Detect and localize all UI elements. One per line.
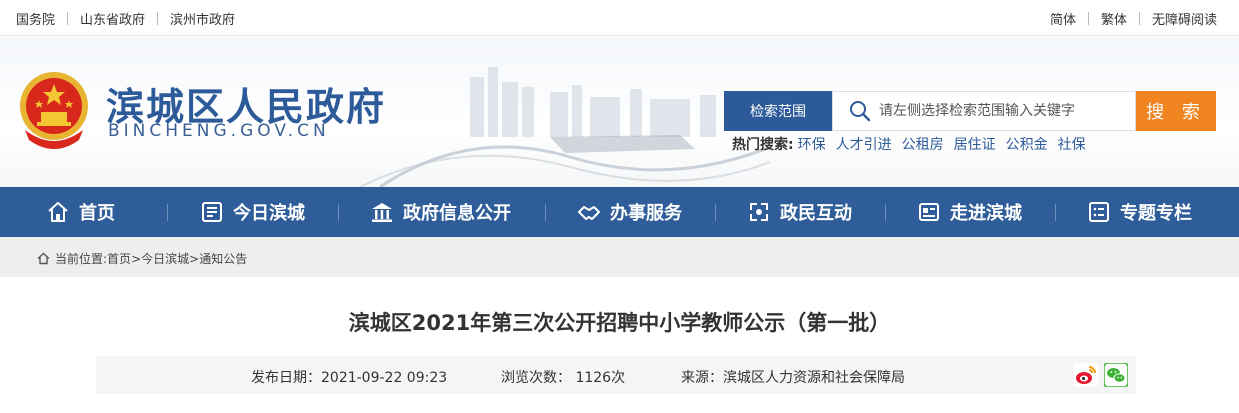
nav-item-interaction[interactable]: 政民互动 [747,187,852,237]
article-meta-bar: 发布日期：2021-09-22 09:23 浏览次数： 1126次 来源：滨城区… [96,356,1136,394]
breadcrumb-notices[interactable]: 通知公告 [199,250,247,267]
link-state-council[interactable]: 国务院 [16,9,55,28]
traditional-chinese-link[interactable]: 繁体 [1101,9,1127,28]
search-bar: 检索范围 搜 索 [724,91,1216,131]
nav-label: 办事服务 [610,203,682,224]
nav-divider [1055,204,1056,221]
divider [157,12,159,25]
search-button[interactable]: 搜 索 [1136,91,1216,131]
search-box [832,91,1136,131]
newspaper-icon [202,202,222,222]
nav-item-today-bincheng[interactable]: 今日滨城 [200,187,305,237]
nav-divider [885,204,886,221]
location-home-icon [37,252,50,265]
nav-label: 首页 [79,203,115,224]
publish-date: 发布日期：2021-09-22 09:23 [251,370,448,386]
nav-item-special-topics[interactable]: 专题专栏 [1087,187,1192,237]
top-bar: 国务院 山东省政府 滨州市政府 简体 繁体 无障碍阅读 [0,0,1239,36]
hot-search: 热门搜索: 环保 人才引进 公租房 居住证 公积金 社保 [732,134,1096,154]
hot-term-residence-permit[interactable]: 居住证 [954,134,996,154]
government-building-icon [372,203,392,222]
list-icon [1089,202,1109,222]
nav-divider [167,204,168,221]
search-scope-dropdown[interactable]: 检索范围 [724,91,832,131]
nav-divider [338,204,339,221]
accessibility-link[interactable]: 无障碍阅读 [1152,9,1217,28]
hot-term-talent[interactable]: 人才引进 [836,134,892,154]
divider [1087,12,1089,25]
national-emblem-logo [20,72,88,149]
breadcrumb-home[interactable]: 首页 [107,250,131,267]
breadcrumb-bar: 当前位置: 首页 > 今日滨城 > 通知公告 [0,237,1239,277]
search-input[interactable] [879,103,1129,119]
hot-search-label: 热门搜索: [732,137,794,153]
divider [67,12,69,25]
view-count: 浏览次数： 1126次 [501,370,626,386]
hot-term-environment[interactable]: 环保 [798,134,826,154]
article-title: 滨城区2021年第三次公开招聘中小学教师公示（第一批） [348,311,891,335]
main-nav: 首页 今日滨城 政府信息公开 办事服务 政民互动 走进滨城 专题专栏 [0,187,1239,237]
link-shandong-gov[interactable]: 山东省政府 [80,9,145,28]
site-domain: BINCHENG.GOV.CN [108,121,330,141]
breadcrumb-separator: > [189,251,200,266]
home-icon [48,202,68,222]
handshake-icon [578,206,600,220]
nav-label: 政民互动 [780,203,852,224]
weibo-icon[interactable] [1074,363,1098,387]
nav-label: 今日滨城 [233,203,305,224]
nav-label: 政府信息公开 [403,203,511,224]
search-icon [850,101,871,122]
breadcrumb-separator: > [131,251,142,266]
breadcrumb-prefix: 当前位置: [55,252,108,266]
link-binzhou-gov[interactable]: 滨州市政府 [170,9,235,28]
site-header: 滨城区人民政府 BINCHENG.GOV.CN 检索范围 搜 索 热门搜索: 环… [0,37,1239,187]
interaction-icon [750,203,768,221]
wechat-icon[interactable] [1104,363,1128,387]
city-skyline-illustration [359,67,770,187]
nav-item-about-bincheng[interactable]: 走进滨城 [917,187,1022,237]
breadcrumb: 当前位置: 首页 > 今日滨城 > 通知公告 [37,250,247,267]
nav-label: 走进滨城 [950,203,1022,224]
divider [1138,12,1140,25]
id-card-icon [919,203,939,221]
article-source: 来源：滨城区人力资源和社会保障局 [681,370,905,386]
hot-term-housing-fund[interactable]: 公积金 [1006,134,1048,154]
breadcrumb-today-bincheng[interactable]: 今日滨城 [141,250,189,267]
nav-label: 专题专栏 [1120,203,1192,224]
nav-item-services[interactable]: 办事服务 [577,187,682,237]
simplified-chinese-link[interactable]: 简体 [1050,9,1076,28]
hot-term-social-security[interactable]: 社保 [1058,134,1086,154]
nav-divider [545,204,546,221]
hot-term-public-housing[interactable]: 公租房 [902,134,944,154]
nav-item-gov-info[interactable]: 政府信息公开 [370,187,511,237]
top-links-left: 国务院 山东省政府 滨州市政府 [16,9,235,28]
nav-divider [715,204,716,221]
top-links-right: 简体 繁体 无障碍阅读 [1050,9,1217,28]
nav-item-home[interactable]: 首页 [46,187,115,237]
